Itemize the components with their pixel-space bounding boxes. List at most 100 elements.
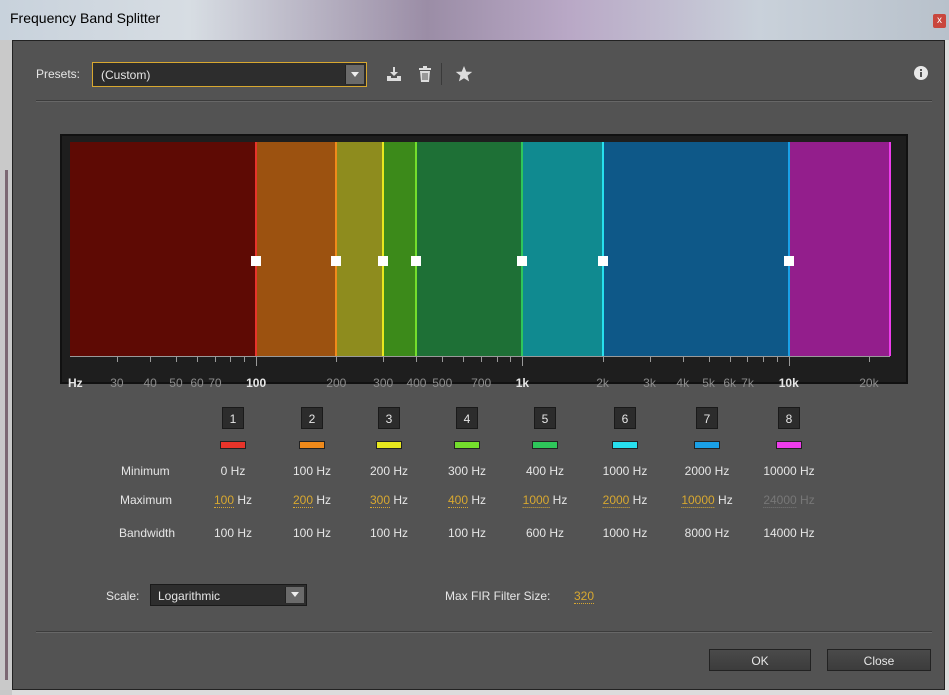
band-region-3 xyxy=(336,142,384,356)
band-maximum-value[interactable]: 400 xyxy=(447,493,469,508)
band-color-swatch xyxy=(454,441,480,449)
band-bandwidth: 100 Hz xyxy=(213,526,253,540)
band-maximum-value[interactable]: 10000 xyxy=(681,493,715,508)
band-maximum: 400 Hz xyxy=(447,493,486,508)
crossover-handle-7[interactable] xyxy=(783,256,794,266)
band-maximum: 1000 Hz xyxy=(522,493,568,508)
band-maximum-unit: Hz xyxy=(629,493,648,507)
band-maximum-value[interactable]: 1000 xyxy=(522,493,550,508)
top-divider xyxy=(36,100,932,102)
crossover-line-7[interactable] xyxy=(787,142,790,356)
band-maximum: 100 Hz xyxy=(213,493,253,508)
band-maximum-value: 24000 xyxy=(763,493,797,508)
crossover-line-1[interactable] xyxy=(255,142,258,356)
band-button-7[interactable]: 7 xyxy=(696,407,718,429)
band-bandwidth: 100 Hz xyxy=(292,526,332,540)
axis-unit-label: Hz xyxy=(68,376,83,390)
band-button-1[interactable]: 1 xyxy=(222,407,244,429)
band-button-3[interactable]: 3 xyxy=(378,407,400,429)
crossover-line-5[interactable] xyxy=(521,142,524,356)
toolbar-divider xyxy=(441,63,442,85)
band-color-swatch xyxy=(532,441,558,449)
band-button-2[interactable]: 2 xyxy=(301,407,323,429)
delete-preset-icon[interactable] xyxy=(416,65,434,83)
band-region-1 xyxy=(70,142,257,356)
band-maximum-unit: Hz xyxy=(234,493,253,507)
scale-value: Logarithmic xyxy=(158,589,221,603)
tick-label: 5k xyxy=(702,376,715,390)
scale-dropdown[interactable]: Logarithmic xyxy=(150,584,307,606)
band-region-2 xyxy=(256,142,337,356)
fir-size-label: Max FIR Filter Size: xyxy=(445,589,551,603)
band-bandwidth: 1000 Hz xyxy=(602,526,648,540)
band-button-6[interactable]: 6 xyxy=(614,407,636,429)
band-maximum: 200 Hz xyxy=(292,493,331,508)
band-minimum: 400 Hz xyxy=(525,464,565,478)
title-bar[interactable]: Frequency Band Splitter x xyxy=(0,0,949,40)
band-minimum: 200 Hz xyxy=(369,464,409,478)
band-color-swatch xyxy=(299,441,325,449)
window-title: Frequency Band Splitter xyxy=(10,10,161,26)
crossover-handle-6[interactable] xyxy=(597,256,608,266)
tick-label: 50 xyxy=(169,376,183,390)
tick-label: 6k xyxy=(723,376,736,390)
band-color-swatch xyxy=(376,441,402,449)
crossover-line-6[interactable] xyxy=(601,142,604,356)
tick-label: 500 xyxy=(432,376,453,390)
band-region-6 xyxy=(522,142,603,356)
tick-label: 1k xyxy=(515,376,530,390)
crossover-handle-1[interactable] xyxy=(251,256,262,266)
band-minimum: 10000 Hz xyxy=(763,464,815,478)
band-maximum-unit: Hz xyxy=(549,493,568,507)
band-maximum-value[interactable]: 100 xyxy=(213,493,235,508)
chevron-down-icon[interactable] xyxy=(285,587,304,603)
maximum-row-label: Maximum xyxy=(120,493,173,507)
band-bandwidth: 100 Hz xyxy=(447,526,487,540)
presets-value: (Custom) xyxy=(101,68,151,82)
minimum-row-label: Minimum xyxy=(121,464,170,478)
band-maximum-value[interactable]: 2000 xyxy=(602,493,630,508)
band-maximum: 10000 Hz xyxy=(681,493,733,508)
tick-label: 70 xyxy=(208,376,222,390)
favorite-star-icon[interactable] xyxy=(455,65,473,83)
tick-label: 300 xyxy=(373,376,394,390)
crossover-line-4[interactable] xyxy=(415,142,418,356)
tick-label: 20k xyxy=(859,376,879,390)
band-button-4[interactable]: 4 xyxy=(456,407,478,429)
band-button-8[interactable]: 8 xyxy=(778,407,800,429)
window-left-edge xyxy=(0,40,12,695)
band-button-5[interactable]: 5 xyxy=(534,407,556,429)
crossover-handle-5[interactable] xyxy=(517,256,528,266)
crossover-line-3[interactable] xyxy=(382,142,385,356)
presets-dropdown[interactable]: (Custom) xyxy=(92,62,367,87)
crossover-handle-3[interactable] xyxy=(378,256,389,266)
crossover-line-2[interactable] xyxy=(335,142,338,356)
bottom-divider xyxy=(36,631,932,633)
tick-label: 100 xyxy=(246,376,267,390)
band-maximum-value[interactable]: 200 xyxy=(292,493,314,508)
tick-label: 2k xyxy=(596,376,609,390)
close-window-button[interactable]: x xyxy=(933,14,946,28)
band-minimum: 300 Hz xyxy=(447,464,487,478)
crossover-handle-4[interactable] xyxy=(411,256,422,266)
fir-size-value[interactable]: 320 xyxy=(574,589,595,604)
info-icon[interactable] xyxy=(913,65,929,81)
band-color-swatch xyxy=(694,441,720,449)
save-preset-icon[interactable] xyxy=(385,65,403,83)
close-button[interactable]: Close xyxy=(827,649,931,671)
tick-label: 3k xyxy=(643,376,656,390)
frequency-graph[interactable]: Hz 30 40 50 60 70 100 200 300 400 500 700 1k 2k 3k 4k 5… xyxy=(60,134,908,390)
band-maximum-unit: Hz xyxy=(390,493,409,507)
band-maximum: 300 Hz xyxy=(369,493,409,508)
crossover-handle-2[interactable] xyxy=(331,256,342,266)
band-region-8 xyxy=(788,142,890,356)
band-region-4 xyxy=(383,142,417,356)
band-maximum-value[interactable]: 300 xyxy=(369,493,391,508)
ok-button[interactable]: OK xyxy=(709,649,811,671)
band-bandwidth: 14000 Hz xyxy=(763,526,815,540)
tick-label: 200 xyxy=(326,376,347,390)
dialog-window: Frequency Band Splitter x Presets: (Cust… xyxy=(0,0,949,695)
chevron-down-icon[interactable] xyxy=(345,65,364,84)
band-minimum: 2000 Hz xyxy=(684,464,730,478)
band-maximum: 2000 Hz xyxy=(602,493,648,508)
